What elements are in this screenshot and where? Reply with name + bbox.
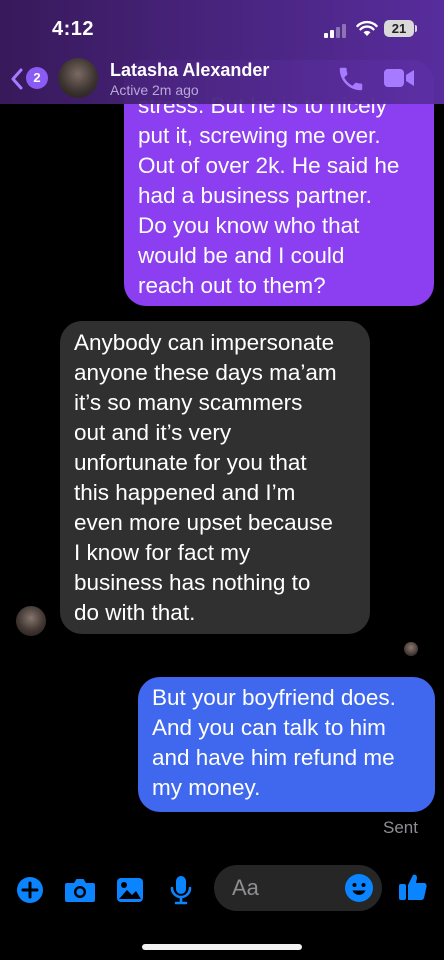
conversation-nav: 2 Latasha Alexander Active 2m ago [0, 56, 444, 104]
message-input[interactable]: Aa [214, 865, 382, 911]
battery-nub [415, 25, 417, 32]
contact-avatar[interactable] [58, 58, 98, 98]
message-composer: Aa [0, 860, 444, 920]
message-bubble-incoming[interactable]: Anybody can impersonate anyone these day… [60, 321, 370, 634]
chevron-left-icon [11, 68, 23, 90]
cellular-signal-icon [324, 24, 348, 38]
contact-avatar-small [16, 606, 46, 636]
phone-icon[interactable] [336, 64, 366, 94]
video-camera-icon[interactable] [383, 67, 415, 89]
thumbs-up-icon[interactable] [398, 872, 428, 902]
gallery-icon[interactable] [116, 877, 144, 903]
contact-name[interactable]: Latasha Alexander [110, 60, 269, 81]
wifi-icon [356, 20, 378, 36]
microphone-icon[interactable] [170, 875, 192, 905]
contact-active-status: Active 2m ago [110, 82, 199, 98]
camera-icon[interactable] [64, 877, 96, 903]
battery-indicator: 21 [384, 20, 414, 37]
delivery-status: Sent [383, 818, 418, 837]
message-input-placeholder: Aa [232, 875, 259, 900]
emoji-icon[interactable] [344, 873, 374, 903]
unread-count-badge: 2 [26, 67, 48, 89]
plus-circle-icon[interactable] [16, 876, 44, 904]
status-bar: 4:12 21 [0, 0, 444, 56]
status-time: 4:12 [52, 18, 95, 40]
back-button[interactable]: 2 [10, 64, 50, 94]
message-list[interactable]: stress. But he is to nicely put it, scre… [0, 0, 444, 960]
home-indicator [142, 944, 302, 950]
message-bubble-outgoing[interactable]: But your boyfriend does. And you can tal… [138, 677, 435, 812]
read-receipt-avatar [404, 642, 418, 656]
